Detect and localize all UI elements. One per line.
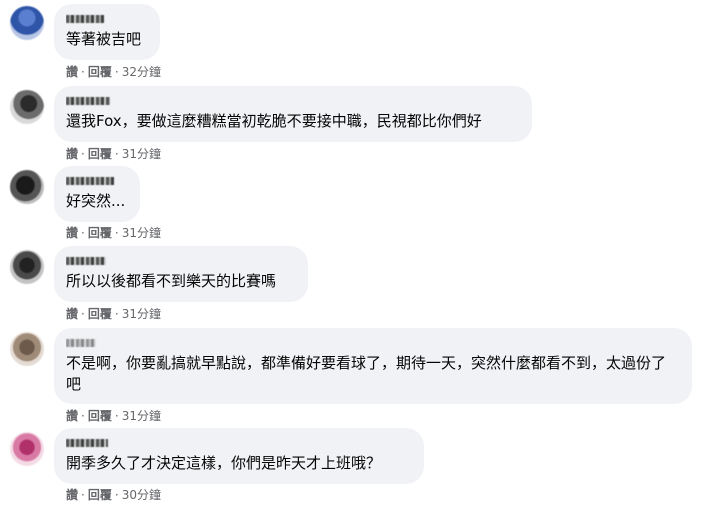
- comment-text: 所以以後都看不到樂天的比賽嗎: [66, 272, 277, 290]
- avatar[interactable]: [10, 6, 44, 40]
- commenter-name[interactable]: [66, 336, 680, 349]
- like-button[interactable]: 讚: [66, 488, 78, 502]
- comment-timestamp[interactable]: 31分鐘: [122, 147, 161, 161]
- separator-dot: ·: [114, 65, 119, 79]
- avatar[interactable]: [10, 250, 44, 284]
- comment-timestamp[interactable]: 31分鐘: [122, 307, 161, 321]
- commenter-name[interactable]: [66, 436, 412, 449]
- comment-bubble: 所以以後都看不到樂天的比賽嗎: [54, 246, 308, 302]
- separator-dot: ·: [81, 409, 85, 423]
- comment-text: 還我Fox，要做這麼糟糕當初乾脆不要接中職，民視都比你們好: [66, 112, 482, 130]
- like-button[interactable]: 讚: [66, 409, 78, 423]
- comment-timestamp[interactable]: 32分鐘: [122, 65, 161, 79]
- comment-actions: 讚 · 回覆 · 32分鐘: [66, 64, 161, 80]
- reply-button[interactable]: 回覆: [88, 65, 112, 79]
- avatar[interactable]: [10, 170, 44, 204]
- avatar[interactable]: [10, 90, 44, 124]
- separator-dot: ·: [114, 226, 119, 240]
- separator-dot: ·: [114, 307, 119, 321]
- like-button[interactable]: 讚: [66, 65, 78, 79]
- comment-text: 等著被吉吧: [66, 30, 142, 48]
- separator-dot: ·: [114, 488, 119, 502]
- comment-text: 不是啊，你要亂搞就早點說，都準備好要看球了，期待一天，突然什麼都看不到，太過份了…: [66, 354, 667, 393]
- comment-bubble: 好突然...: [54, 166, 140, 222]
- comment-actions: 讚 · 回覆 · 30分鐘: [66, 487, 161, 503]
- avatar[interactable]: [10, 332, 44, 366]
- separator-dot: ·: [81, 147, 85, 161]
- reply-button[interactable]: 回覆: [88, 409, 112, 423]
- separator-dot: ·: [114, 409, 119, 423]
- like-button[interactable]: 讚: [66, 147, 78, 161]
- separator-dot: ·: [81, 307, 85, 321]
- reply-button[interactable]: 回覆: [88, 226, 112, 240]
- separator-dot: ·: [81, 226, 85, 240]
- reply-button[interactable]: 回覆: [88, 147, 112, 161]
- comment-actions: 讚 · 回覆 · 31分鐘: [66, 146, 161, 162]
- comment-bubble: 還我Fox，要做這麼糟糕當初乾脆不要接中職，民視都比你們好: [54, 86, 532, 142]
- comment-actions: 讚 · 回覆 · 31分鐘: [66, 306, 161, 322]
- commenter-name[interactable]: [66, 174, 128, 187]
- separator-dot: ·: [81, 65, 85, 79]
- comment-text: 開季多久了才決定這樣，你們是昨天才上班哦？: [66, 454, 382, 472]
- comment-text: 好突然...: [66, 192, 126, 210]
- commenter-name[interactable]: [66, 254, 296, 267]
- comment-feed: 等著被吉吧 讚 · 回覆 · 32分鐘 還我Fox，要做這麼糟糕當初乾脆不要接中職，民視…: [0, 0, 719, 505]
- like-button[interactable]: 讚: [66, 226, 78, 240]
- reply-button[interactable]: 回覆: [88, 307, 112, 321]
- comment-bubble: 等著被吉吧: [54, 4, 160, 60]
- commenter-name[interactable]: [66, 94, 520, 107]
- commenter-name[interactable]: [66, 12, 148, 25]
- comment-timestamp[interactable]: 31分鐘: [122, 409, 161, 423]
- avatar[interactable]: [10, 432, 44, 466]
- comment-timestamp[interactable]: 31分鐘: [122, 226, 161, 240]
- comment-actions: 讚 · 回覆 · 31分鐘: [66, 408, 161, 424]
- comment-actions: 讚 · 回覆 · 31分鐘: [66, 225, 161, 241]
- comment-bubble: 開季多久了才決定這樣，你們是昨天才上班哦？: [54, 428, 424, 484]
- comment-timestamp[interactable]: 30分鐘: [122, 488, 161, 502]
- separator-dot: ·: [81, 488, 85, 502]
- like-button[interactable]: 讚: [66, 307, 78, 321]
- reply-button[interactable]: 回覆: [88, 488, 112, 502]
- separator-dot: ·: [114, 147, 119, 161]
- comment-bubble: 不是啊，你要亂搞就早點說，都準備好要看球了，期待一天，突然什麼都看不到，太過份了…: [54, 328, 692, 404]
